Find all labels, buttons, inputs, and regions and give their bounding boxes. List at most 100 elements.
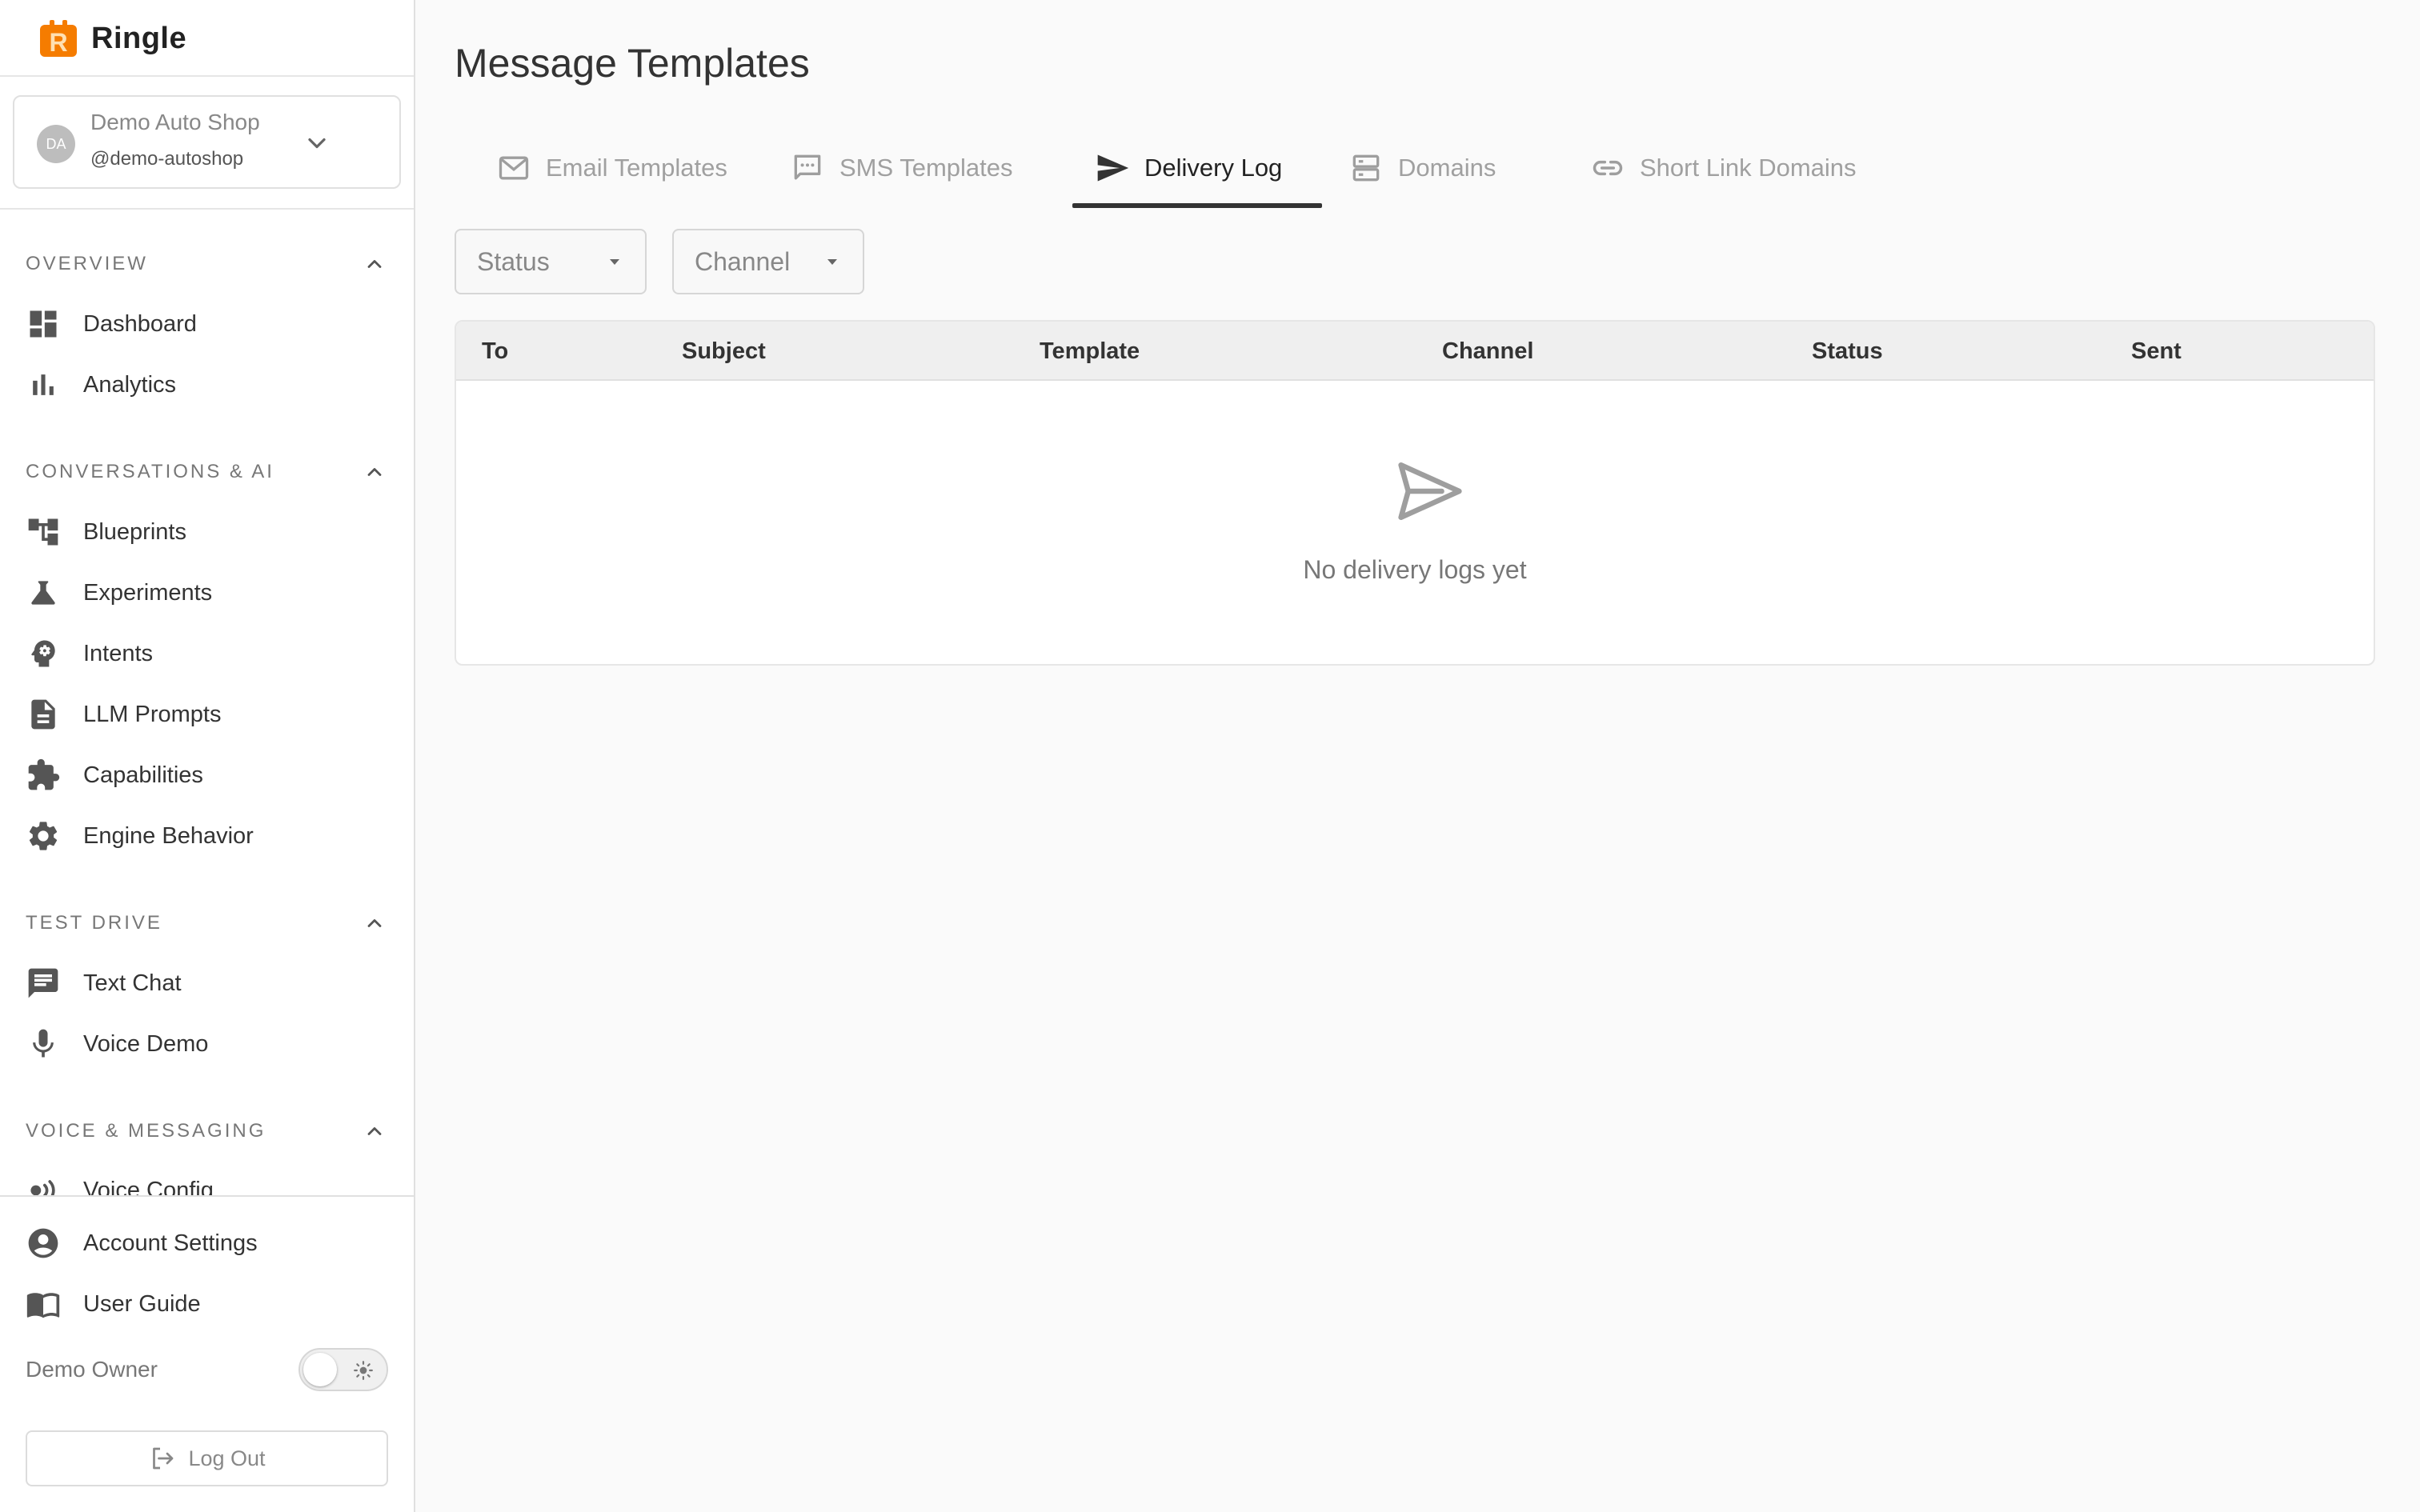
sidebar-item-intents[interactable]: Intents bbox=[26, 630, 386, 678]
section-header-voice-messaging[interactable]: VOICE & MESSAGING bbox=[26, 1115, 386, 1147]
sidebar-item-label: Blueprints bbox=[83, 518, 186, 545]
section-label: VOICE & MESSAGING bbox=[26, 1120, 266, 1142]
divider bbox=[0, 75, 414, 77]
tab-sms-templates[interactable]: SMS Templates bbox=[790, 132, 1013, 204]
link-icon bbox=[1593, 160, 1623, 176]
section-header-overview[interactable]: OVERVIEW bbox=[26, 248, 386, 280]
gear-icon bbox=[29, 822, 58, 850]
sidebar-item-label: Text Chat bbox=[83, 970, 182, 996]
logout-label: Log Out bbox=[188, 1446, 266, 1470]
org-switcher[interactable]: DA Demo Auto Shop @demo-autoshop bbox=[13, 95, 401, 189]
brand[interactable]: R Ringle bbox=[38, 16, 186, 61]
status-filter-label: Status bbox=[477, 246, 550, 276]
tab-short-link-domains[interactable]: Short Link Domains bbox=[1590, 132, 1857, 204]
section-header-test-drive[interactable]: TEST DRIVE bbox=[26, 907, 386, 939]
sidebar-item-label: LLM Prompts bbox=[83, 701, 222, 727]
sidebar-footer: Account Settings User Guide Demo Owner L… bbox=[0, 1195, 414, 1512]
sidebar-item-analytics[interactable]: Analytics bbox=[26, 361, 386, 409]
theme-toggle[interactable] bbox=[298, 1348, 388, 1391]
microphone-icon bbox=[33, 1029, 54, 1058]
page-title: Message Templates bbox=[455, 41, 810, 86]
sidebar-item-label: Intents bbox=[83, 640, 154, 666]
sidebar-item-llm-prompts[interactable]: LLM Prompts bbox=[26, 690, 386, 738]
book-icon bbox=[26, 1293, 60, 1318]
sidebar-item-label: Experiments bbox=[83, 579, 213, 606]
column-header-sent[interactable]: Sent bbox=[2131, 322, 2182, 381]
column-header-channel[interactable]: Channel bbox=[1442, 322, 1533, 381]
empty-state-message: No delivery logs yet bbox=[1303, 555, 1527, 584]
column-header-to[interactable]: To bbox=[482, 322, 508, 381]
sidebar-item-label: Dashboard bbox=[83, 310, 197, 337]
chevron-up-icon bbox=[367, 1127, 382, 1135]
tab-label: SMS Templates bbox=[839, 154, 1013, 182]
sidebar-item-text-chat[interactable]: Text Chat bbox=[26, 959, 386, 1007]
sidebar-item-voice-config[interactable]: Voice Config bbox=[26, 1166, 386, 1195]
section-header-conversations-ai[interactable]: CONVERSATIONS & AI bbox=[26, 456, 386, 488]
org-name: Demo Auto Shop bbox=[90, 110, 260, 134]
tab-email-templates[interactable]: Email Templates bbox=[496, 132, 727, 204]
account-settings-label: Account Settings bbox=[83, 1230, 258, 1256]
sidebar-item-dashboard[interactable]: Dashboard bbox=[26, 300, 386, 348]
sidebar-item-label: Voice Config bbox=[83, 1177, 214, 1196]
tab-delivery-log[interactable]: Delivery Log bbox=[1095, 132, 1282, 204]
chat-icon bbox=[28, 968, 58, 998]
tab-label: Email Templates bbox=[546, 154, 727, 182]
sun-icon bbox=[354, 1361, 373, 1380]
owner-row: Demo Owner bbox=[26, 1347, 388, 1392]
owner-name: Demo Owner bbox=[26, 1357, 158, 1382]
sidebar-item-label: Voice Demo bbox=[83, 1030, 209, 1057]
tab-label: Short Link Domains bbox=[1640, 154, 1857, 182]
sidebar-item-label: Capabilities bbox=[83, 762, 203, 788]
ringle-logo-icon: R bbox=[40, 20, 77, 57]
voice-wave-icon bbox=[30, 1180, 55, 1195]
status-filter-select[interactable]: Status bbox=[455, 229, 647, 294]
account-circle-icon bbox=[28, 1228, 58, 1258]
flask-icon bbox=[31, 581, 55, 605]
toggle-knob bbox=[303, 1353, 337, 1386]
column-header-template[interactable]: Template bbox=[1040, 322, 1140, 381]
logout-icon bbox=[153, 1447, 174, 1470]
section-label: TEST DRIVE bbox=[26, 912, 162, 934]
chevron-up-icon bbox=[367, 260, 382, 268]
dashboard-icon bbox=[30, 310, 57, 338]
section-label: OVERVIEW bbox=[26, 253, 148, 274]
active-tab-indicator bbox=[1072, 203, 1322, 208]
sidebar-item-label: Analytics bbox=[83, 371, 177, 398]
dropdown-arrow-icon bbox=[827, 259, 837, 265]
sidebar-item-capabilities[interactable]: Capabilities bbox=[26, 751, 386, 799]
chevron-down-icon bbox=[308, 138, 326, 149]
sidebar-item-experiments[interactable]: Experiments bbox=[26, 569, 386, 617]
column-header-status[interactable]: Status bbox=[1812, 322, 1883, 381]
main-content: Message Templates Email Templates SMS Te… bbox=[415, 0, 2420, 1512]
org-handle: @demo-autoshop bbox=[90, 148, 244, 170]
sidebar-item-voice-demo[interactable]: Voice Demo bbox=[26, 1020, 386, 1068]
sms-icon bbox=[794, 154, 821, 180]
brand-name: Ringle bbox=[91, 21, 187, 55]
delivery-log-table: To Subject Template Channel Status Sent … bbox=[455, 320, 2375, 666]
sidebar-item-label: Engine Behavior bbox=[83, 822, 254, 849]
sidebar: R Ringle DA Demo Auto Shop @demo-autosho… bbox=[0, 0, 415, 1512]
channel-filter-label: Channel bbox=[695, 246, 791, 276]
bar-chart-icon bbox=[33, 374, 54, 395]
send-icon bbox=[1398, 462, 1462, 520]
sidebar-item-engine-behavior[interactable]: Engine Behavior bbox=[26, 812, 386, 860]
user-guide-label: User Guide bbox=[83, 1290, 201, 1317]
logout-button[interactable]: Log Out bbox=[26, 1430, 388, 1486]
tab-domains[interactable]: Domains bbox=[1348, 132, 1496, 204]
account-settings-link[interactable]: Account Settings bbox=[26, 1219, 386, 1267]
table-header: To Subject Template Channel Status Sent bbox=[456, 322, 2374, 381]
sidebar-item-blueprints[interactable]: Blueprints bbox=[26, 508, 386, 556]
puzzle-icon bbox=[28, 758, 60, 790]
org-avatar: DA bbox=[37, 125, 75, 163]
user-guide-link[interactable]: User Guide bbox=[26, 1280, 386, 1328]
mail-icon bbox=[499, 156, 529, 180]
channel-filter-select[interactable]: Channel bbox=[672, 229, 864, 294]
svg-text:R: R bbox=[49, 28, 67, 57]
tab-label: Domains bbox=[1398, 154, 1496, 182]
send-icon bbox=[1097, 154, 1129, 182]
tab-label: Delivery Log bbox=[1144, 154, 1283, 182]
sidebar-nav[interactable]: OVERVIEW Dashboard Analytics CONVERSATIO… bbox=[0, 210, 414, 1195]
flow-tree-icon bbox=[28, 518, 58, 546]
column-header-subject[interactable]: Subject bbox=[682, 322, 766, 381]
dropdown-arrow-icon bbox=[610, 259, 619, 265]
